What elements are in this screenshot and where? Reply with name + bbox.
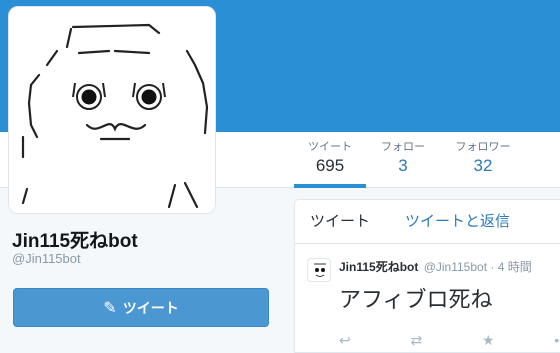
more-icon[interactable]: ••• (554, 332, 560, 349)
tab-tweets[interactable]: ツイート (310, 200, 370, 244)
tweet-item[interactable]: Jin115死ねbot @Jin115bot · 4 時間 アフィブロ死ね ↩ … (295, 244, 560, 352)
stat-following-value: 3 (398, 156, 408, 175)
tweet-button-label: ツイート (122, 299, 179, 316)
stat-followers-value: 32 (473, 156, 493, 175)
reply-icon[interactable]: ↩ (339, 332, 351, 349)
tweet-actions: ↩ ⇄ ★ ••• (339, 332, 560, 349)
stat-active-underline (294, 184, 366, 188)
timeline-tabs: ツイート ツイートと返信 (295, 200, 560, 244)
profile-avatar[interactable] (8, 6, 216, 214)
stat-following-label: フォロー (381, 141, 425, 153)
stat-tweets-label: ツイート (308, 141, 352, 153)
tweet-button[interactable]: ✎ ツイート (13, 288, 269, 327)
ascii-face-small-icon (314, 263, 326, 277)
timeline-panel: ツイート ツイートと返信 Jin115死ねbot @Jin115bot · 4 … (294, 199, 560, 353)
tab-tweets-and-replies[interactable]: ツイートと返信 (405, 200, 510, 244)
tweet-header: Jin115死ねbot @Jin115bot · 4 時間 (339, 258, 532, 275)
profile-name[interactable]: Jin115死ねbot (12, 226, 138, 253)
tweet-timestamp[interactable]: · 4 時間 (490, 260, 531, 274)
profile-handle: @Jin115bot (12, 251, 81, 266)
tweet-author-handle[interactable]: @Jin115bot (424, 260, 487, 274)
quill-icon: ✎ (103, 299, 117, 317)
stat-tweets-value: 695 (315, 156, 345, 175)
stat-followers[interactable]: フォロワー 32 (448, 140, 518, 178)
stat-following[interactable]: フォロー 3 (373, 140, 433, 178)
ascii-face-avatar-icon (21, 23, 209, 209)
stat-tweets[interactable]: ツイート 695 (300, 140, 360, 178)
favorite-icon[interactable]: ★ (482, 332, 495, 349)
stat-followers-label: フォロワー (455, 141, 511, 153)
retweet-icon[interactable]: ⇄ (410, 332, 422, 349)
tweet-author-name[interactable]: Jin115死ねbot (339, 260, 418, 274)
tweet-text: アフィブロ死ね (339, 287, 493, 312)
tweet-avatar[interactable] (307, 258, 331, 282)
